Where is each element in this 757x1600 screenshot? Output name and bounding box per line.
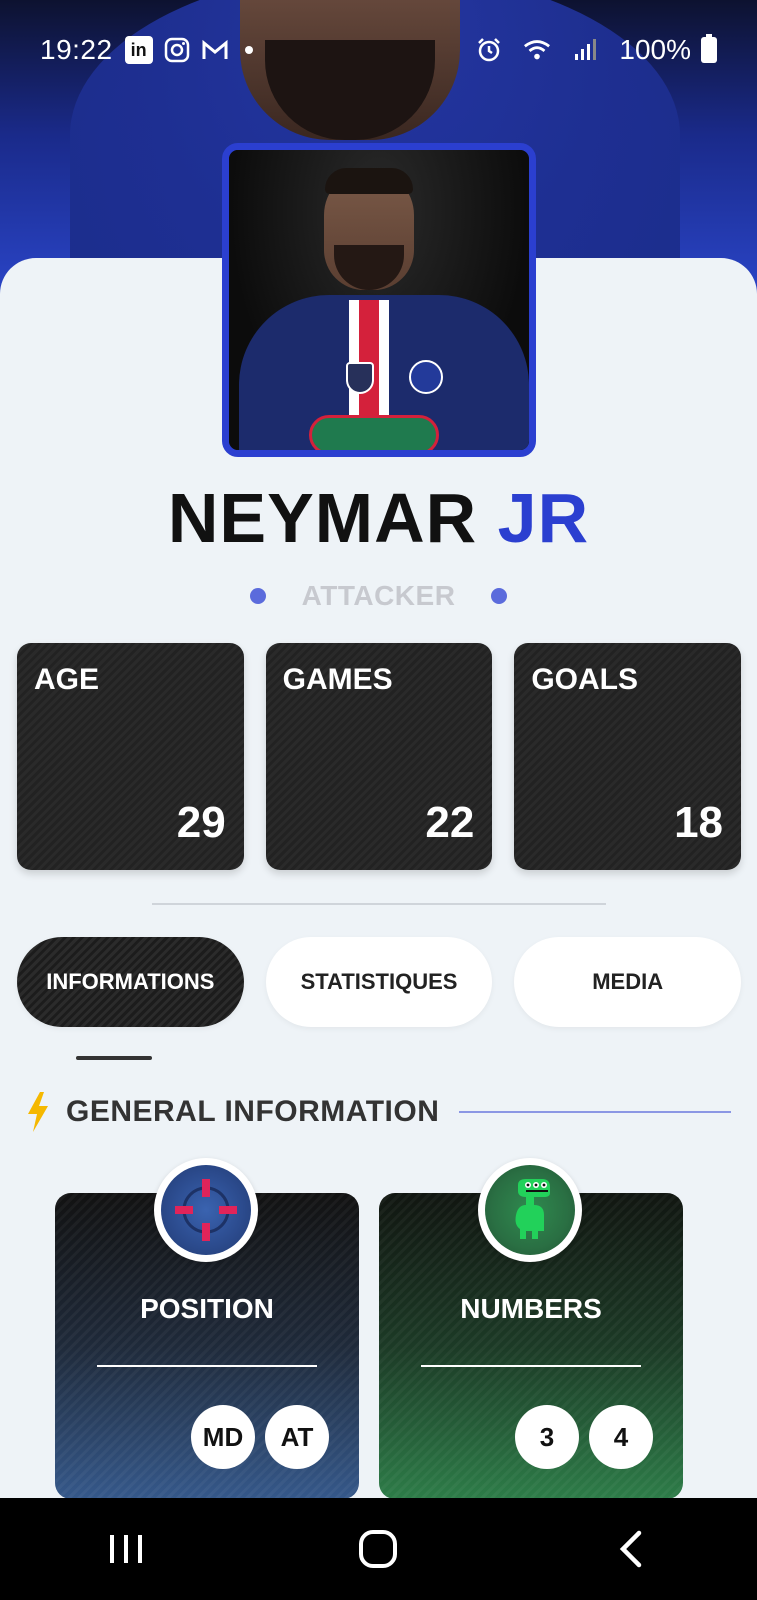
- alarm-icon: [475, 36, 503, 64]
- player-role: ATTACKER: [0, 580, 757, 612]
- section-title: GENERAL INFORMATION: [66, 1095, 440, 1128]
- number-chip-3[interactable]: 3: [515, 1405, 579, 1469]
- stat-label: GAMES: [282, 663, 393, 696]
- home-icon[interactable]: [338, 1509, 418, 1589]
- battery-percent: 100%: [619, 34, 691, 65]
- system-nav-bar: [0, 1498, 757, 1600]
- stat-card-goals: GOALS 18: [514, 643, 742, 870]
- stat-card-age: AGE 29: [17, 643, 244, 870]
- player-first-name: NEYMAR: [167, 479, 478, 557]
- bullet-icon: [491, 588, 508, 604]
- tab-informations[interactable]: INFORMATIONS: [17, 937, 244, 1027]
- divider: [152, 903, 606, 905]
- card-rule: [97, 1365, 317, 1367]
- stat-value: 18: [674, 798, 724, 847]
- recent-apps-icon[interactable]: [86, 1509, 166, 1589]
- stat-label: AGE: [34, 663, 100, 696]
- card-rule: [421, 1365, 641, 1367]
- tab-bar: INFORMATIONS STATISTIQUES MEDIA: [17, 937, 742, 1027]
- player-name: NEYMAR JR: [0, 478, 757, 558]
- wifi-icon: [523, 36, 551, 64]
- status-time: 19:22: [40, 34, 113, 65]
- stat-label: GOALS: [531, 663, 639, 696]
- section-rule: [459, 1111, 731, 1113]
- gmail-icon: [201, 36, 229, 64]
- instagram-icon: [163, 36, 191, 64]
- stat-value: 29: [176, 798, 226, 847]
- lightning-icon: [28, 1092, 48, 1132]
- signal-icon: [571, 36, 599, 64]
- section-header: GENERAL INFORMATION: [26, 1092, 731, 1132]
- tab-active-indicator: [76, 1056, 152, 1060]
- battery-icon: [701, 34, 717, 63]
- numbers-card-title: NUMBERS: [460, 1293, 602, 1324]
- crosshair-icon: [154, 1158, 258, 1262]
- position-chip-md[interactable]: MD: [191, 1405, 255, 1469]
- dino-mascot-icon: [478, 1158, 582, 1262]
- bullet-icon: [249, 588, 266, 604]
- linkedin-icon: in: [124, 36, 153, 64]
- number-chip-4[interactable]: 4: [589, 1405, 653, 1469]
- tab-media[interactable]: MEDIA: [514, 937, 742, 1027]
- stat-card-games: GAMES 22: [265, 643, 493, 870]
- position-chip-at[interactable]: AT: [265, 1405, 329, 1469]
- tab-statistiques[interactable]: STATISTIQUES: [265, 937, 493, 1027]
- player-last-name: JR: [497, 479, 590, 557]
- stat-value: 22: [425, 798, 475, 847]
- notification-dot-icon: [244, 46, 253, 54]
- player-avatar[interactable]: [222, 143, 536, 457]
- stats-row: AGE 29 GAMES 22 GOALS 18: [17, 643, 742, 870]
- back-icon[interactable]: [591, 1509, 671, 1589]
- position-card-title: POSITION: [140, 1293, 274, 1324]
- status-bar: 19:22 in 100%: [0, 0, 757, 100]
- player-role-label: ATTACKER: [301, 580, 456, 611]
